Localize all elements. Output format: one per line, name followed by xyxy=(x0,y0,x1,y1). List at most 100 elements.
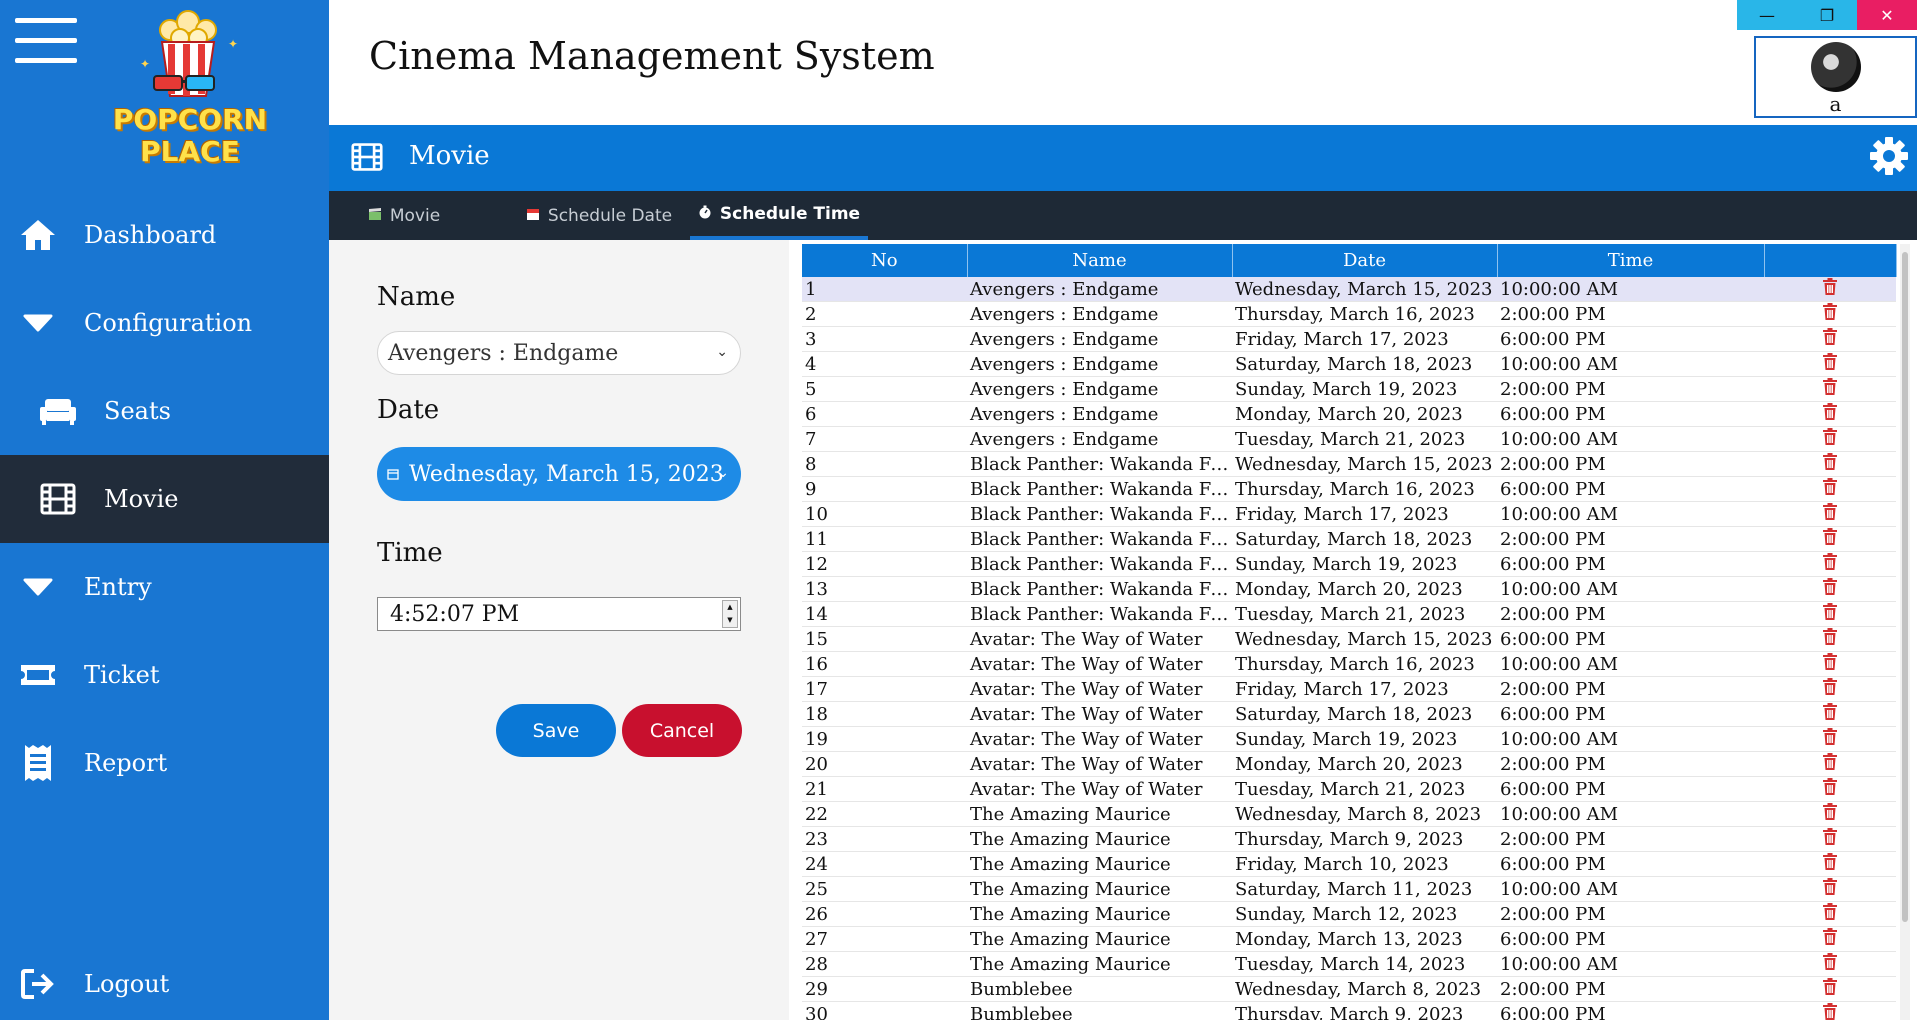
delete-row-button[interactable] xyxy=(1764,351,1896,377)
delete-row-button[interactable] xyxy=(1764,776,1896,802)
movie-name-select[interactable]: Avengers : Endgame ⌄ xyxy=(377,331,741,375)
delete-row-button[interactable] xyxy=(1764,626,1896,652)
date-picker[interactable]: Wednesday, March 15, 2023 ⌄ xyxy=(377,447,741,501)
restore-button[interactable]: ❐ xyxy=(1797,0,1857,30)
table-row[interactable]: 20 Avatar: The Way of Water Monday, March … xyxy=(802,751,1896,777)
table-row[interactable]: 1 Avengers : Endgame Wednesday, March 15, … xyxy=(802,277,1896,302)
delete-row-button[interactable] xyxy=(1764,426,1896,452)
delete-row-button[interactable] xyxy=(1764,676,1896,702)
delete-row-button[interactable] xyxy=(1764,651,1896,677)
table-row[interactable]: 29 Bumblebee Wednesday, March 8, 2023 2:00:… xyxy=(802,976,1896,1002)
gear-icon[interactable] xyxy=(1869,136,1909,180)
delete-row-button[interactable] xyxy=(1764,826,1896,852)
delete-row-button[interactable] xyxy=(1764,926,1896,952)
sidebar-item-report[interactable]: Report xyxy=(0,719,329,807)
column-header-time[interactable]: Time xyxy=(1497,244,1765,277)
time-field[interactable]: 4:52:07 PM ▲ ▼ xyxy=(377,597,741,631)
trash-icon xyxy=(1822,777,1838,801)
delete-row-button[interactable] xyxy=(1764,326,1896,352)
table-row[interactable]: 27 The Amazing Maurice Monday, March 13, 2… xyxy=(802,926,1896,952)
delete-row-button[interactable] xyxy=(1764,376,1896,402)
table-row[interactable]: 18 Avatar: The Way of Water Saturday, Marc… xyxy=(802,701,1896,727)
delete-row-button[interactable] xyxy=(1764,751,1896,777)
table-row[interactable]: 19 Avatar: The Way of Water Sunday, March … xyxy=(802,726,1896,752)
table-row[interactable]: 4 Avengers : Endgame Saturday, March 18, 2… xyxy=(802,351,1896,377)
cancel-button[interactable]: Cancel xyxy=(622,704,742,757)
delete-row-button[interactable] xyxy=(1764,701,1896,727)
table-row[interactable]: 9 Black Panther: Wakanda Fore... Thursday,… xyxy=(802,476,1896,502)
delete-row-button[interactable] xyxy=(1764,876,1896,902)
table-row[interactable]: 25 The Amazing Maurice Saturday, March 11,… xyxy=(802,876,1896,902)
delete-row-button[interactable] xyxy=(1764,301,1896,327)
table-row[interactable]: 14 Black Panther: Wakanda Fore... Tuesday,… xyxy=(802,601,1896,627)
table-row[interactable]: 30 Bumblebee Thursday, March 9, 2023 6:00:0… xyxy=(802,1001,1896,1020)
user-profile[interactable]: a xyxy=(1754,36,1917,118)
delete-row-button[interactable] xyxy=(1764,401,1896,427)
chevron-down-icon: ⌄ xyxy=(717,465,729,481)
delete-row-button[interactable] xyxy=(1764,851,1896,877)
table-row[interactable]: 23 The Amazing Maurice Thursday, March 9, … xyxy=(802,826,1896,852)
delete-row-button[interactable] xyxy=(1764,476,1896,502)
table-row[interactable]: 26 The Amazing Maurice Sunday, March 12, 2… xyxy=(802,901,1896,927)
cell-name: Avengers : Endgame xyxy=(967,401,1232,427)
tab-schedule-date[interactable]: Schedule Date xyxy=(479,191,719,240)
sidebar-item-dashboard[interactable]: Dashboard xyxy=(0,191,329,279)
table-row[interactable]: 8 Black Panther: Wakanda Fore... Wednesday… xyxy=(802,451,1896,477)
table-row[interactable]: 24 The Amazing Maurice Friday, March 10, 2… xyxy=(802,851,1896,877)
delete-row-button[interactable] xyxy=(1764,1001,1896,1020)
time-spinner[interactable]: ▲ ▼ xyxy=(722,600,738,628)
table-row[interactable]: 5 Avengers : Endgame Sunday, March 19, 202… xyxy=(802,376,1896,402)
sidebar-item-label: Configuration xyxy=(84,309,253,337)
table-row[interactable]: 3 Avengers : Endgame Friday, March 17, 202… xyxy=(802,326,1896,352)
table-row[interactable]: 12 Black Panther: Wakanda Fore... Sunday, … xyxy=(802,551,1896,577)
sidebar-item-configuration[interactable]: Configuration xyxy=(0,279,329,367)
hamburger-menu-icon[interactable] xyxy=(15,18,77,68)
cell-name: Black Panther: Wakanda Fore... xyxy=(967,551,1232,577)
cell-no: 20 xyxy=(802,751,967,777)
cell-time: 6:00:00 PM xyxy=(1497,401,1764,427)
table-row[interactable]: 6 Avengers : Endgame Monday, March 20, 202… xyxy=(802,401,1896,427)
cell-name: Avatar: The Way of Water xyxy=(967,776,1232,802)
sidebar-item-label: Report xyxy=(84,749,168,777)
table-row[interactable]: 2 Avengers : Endgame Thursday, March 16, 2… xyxy=(802,301,1896,327)
save-button[interactable]: Save xyxy=(496,704,616,757)
column-header-no[interactable]: No xyxy=(802,244,968,277)
delete-row-button[interactable] xyxy=(1764,951,1896,977)
cell-time: 10:00:00 AM xyxy=(1497,501,1764,527)
sidebar-item-movie[interactable]: Movie xyxy=(0,455,329,543)
table-row[interactable]: 11 Black Panther: Wakanda Fore... Saturday… xyxy=(802,526,1896,552)
column-header-date[interactable]: Date xyxy=(1232,244,1498,277)
scrollbar-thumb[interactable] xyxy=(1902,252,1908,922)
table-row[interactable]: 28 The Amazing Maurice Tuesday, March 14, … xyxy=(802,951,1896,977)
tab-movie[interactable]: Movie xyxy=(329,191,479,240)
tab-schedule-time[interactable]: Schedule Time xyxy=(690,191,868,240)
table-row[interactable]: 22 The Amazing Maurice Wednesday, March 8,… xyxy=(802,801,1896,827)
delete-row-button[interactable] xyxy=(1764,451,1896,477)
minimize-button[interactable]: — xyxy=(1737,0,1797,30)
delete-row-button[interactable] xyxy=(1764,277,1896,302)
sidebar-item-entry[interactable]: Entry xyxy=(0,543,329,631)
table-scrollbar[interactable] xyxy=(1900,244,1910,1020)
table-row[interactable]: 15 Avatar: The Way of Water Wednesday, Mar… xyxy=(802,626,1896,652)
delete-row-button[interactable] xyxy=(1764,976,1896,1002)
table-row[interactable]: 16 Avatar: The Way of Water Thursday, Marc… xyxy=(802,651,1896,677)
sidebar-item-seats[interactable]: Seats xyxy=(0,367,329,455)
delete-row-button[interactable] xyxy=(1764,576,1896,602)
column-header-name[interactable]: Name xyxy=(967,244,1233,277)
delete-row-button[interactable] xyxy=(1764,601,1896,627)
delete-row-button[interactable] xyxy=(1764,501,1896,527)
delete-row-button[interactable] xyxy=(1764,801,1896,827)
sidebar-item-logout[interactable]: Logout xyxy=(0,940,329,1028)
delete-row-button[interactable] xyxy=(1764,726,1896,752)
table-row[interactable]: 17 Avatar: The Way of Water Friday, March … xyxy=(802,676,1896,702)
table-row[interactable]: 13 Black Panther: Wakanda Fore... Monday, … xyxy=(802,576,1896,602)
table-row[interactable]: 10 Black Panther: Wakanda Fore... Friday, … xyxy=(802,501,1896,527)
delete-row-button[interactable] xyxy=(1764,526,1896,552)
delete-row-button[interactable] xyxy=(1764,901,1896,927)
cell-name: Avatar: The Way of Water xyxy=(967,701,1232,727)
table-row[interactable]: 21 Avatar: The Way of Water Tuesday, March… xyxy=(802,776,1896,802)
delete-row-button[interactable] xyxy=(1764,551,1896,577)
close-button[interactable]: ✕ xyxy=(1857,0,1917,30)
table-row[interactable]: 7 Avengers : Endgame Tuesday, March 21, 20… xyxy=(802,426,1896,452)
sidebar-item-ticket[interactable]: Ticket xyxy=(0,631,329,719)
